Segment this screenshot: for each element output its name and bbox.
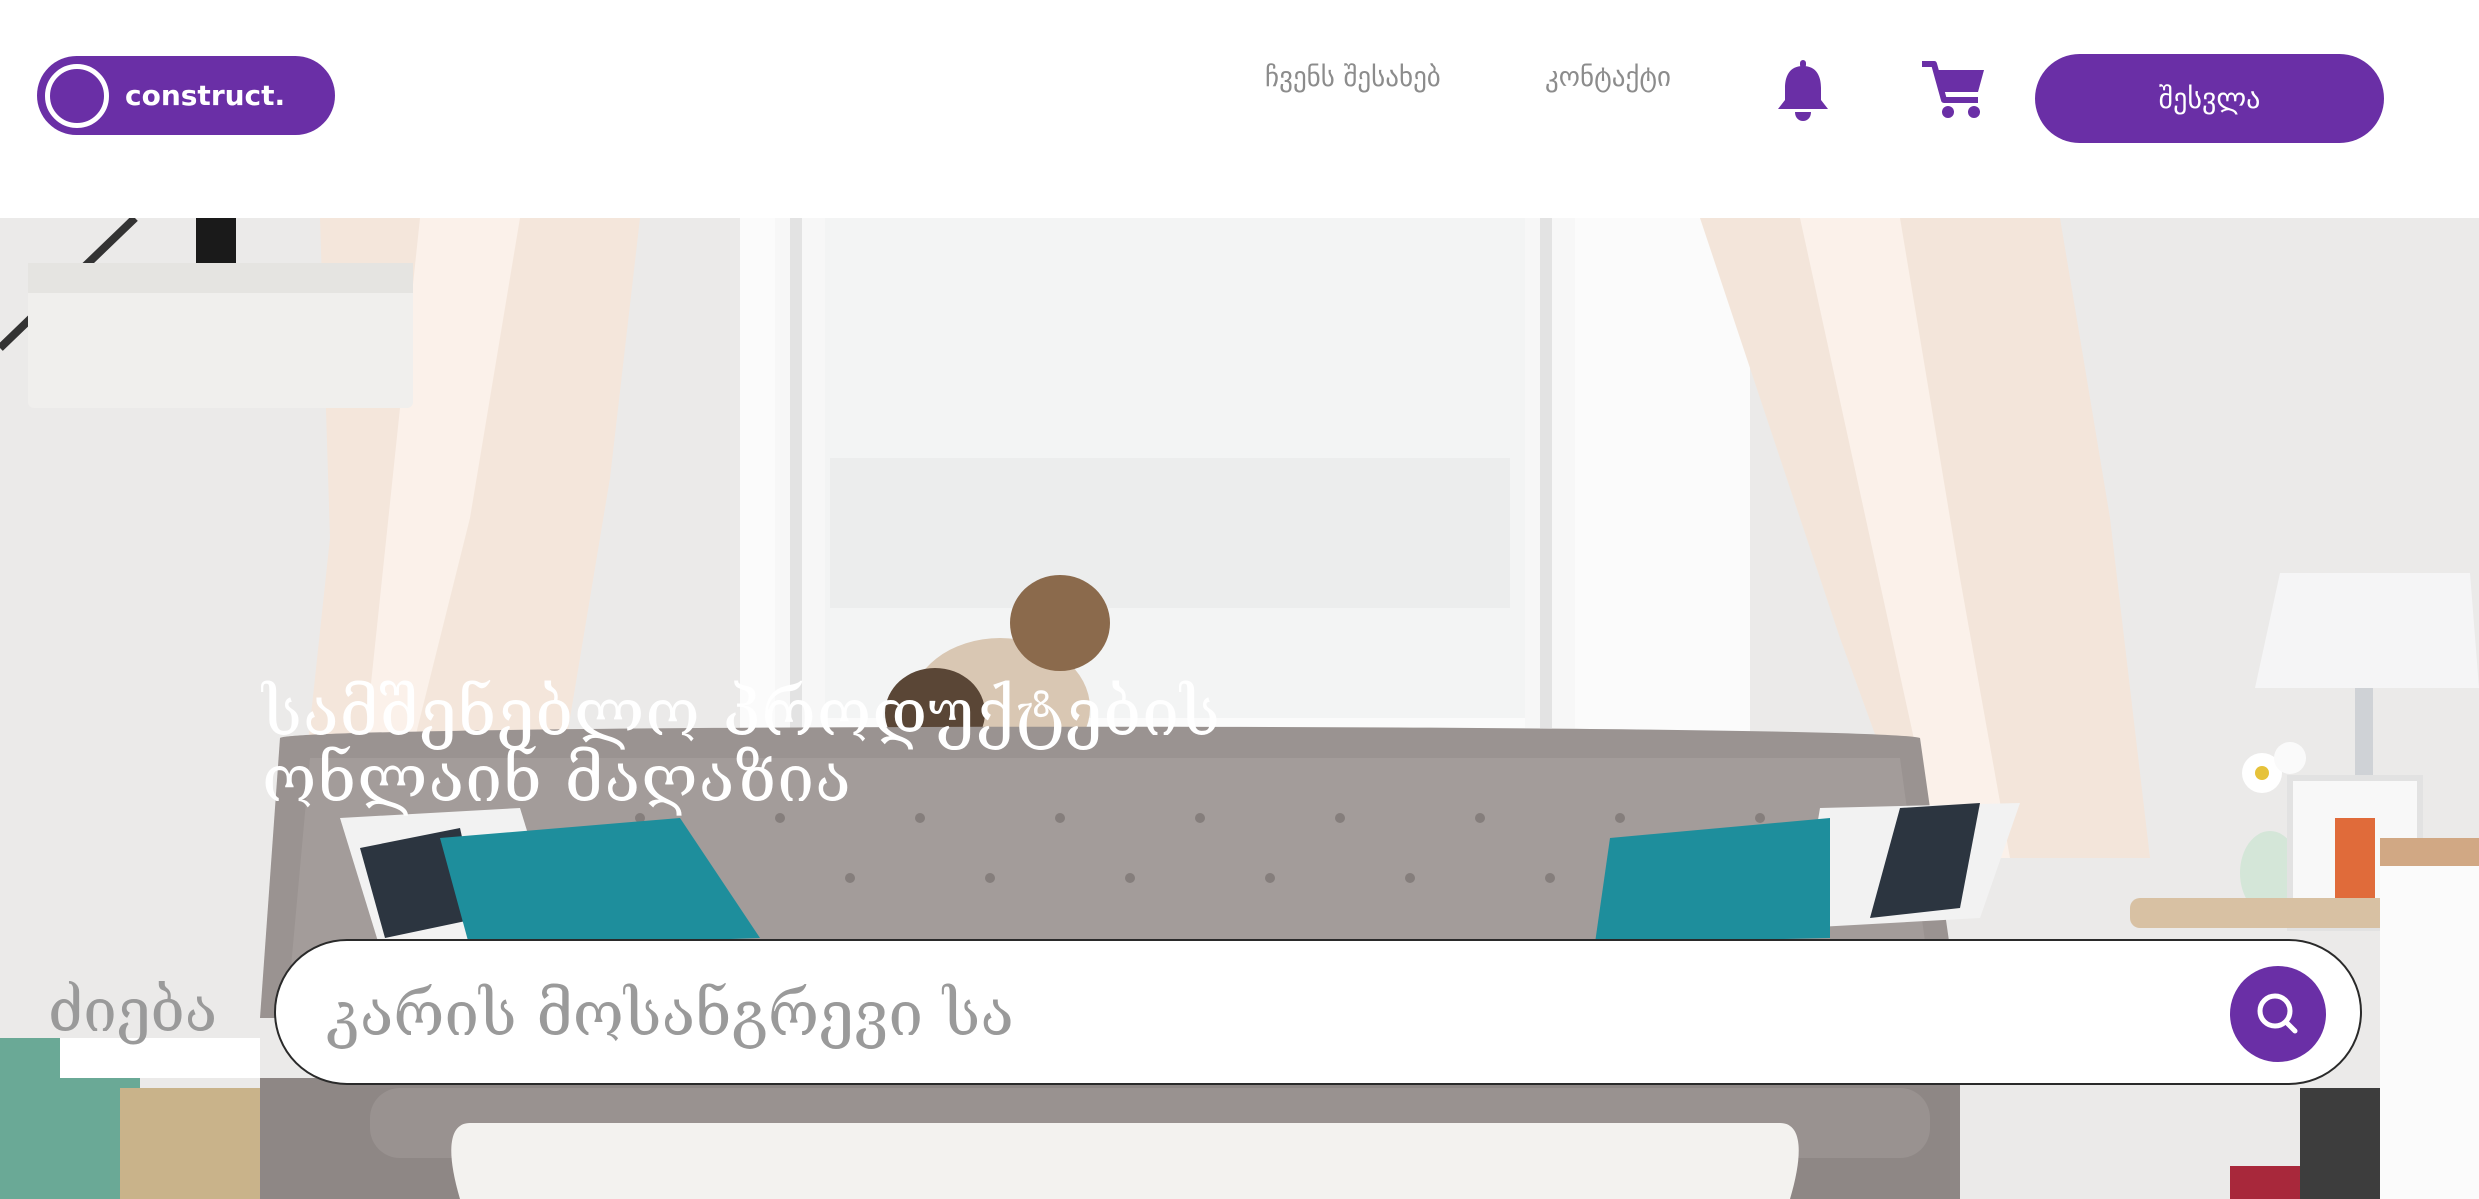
nav-link-contact[interactable]: კონტაქტი [1545, 62, 1671, 93]
search-label: ძიება [48, 976, 218, 1046]
search-button[interactable] [2230, 966, 2326, 1062]
search-bar [274, 939, 2362, 1085]
logo[interactable]: construct. [37, 56, 335, 135]
hero-title-line-1: სამშენებლო პროდუქტების [262, 674, 1222, 751]
bell-icon[interactable] [1775, 60, 1831, 122]
hero-title-line-2: ონლაინ მაღაზია [262, 740, 852, 817]
search-icon [2257, 993, 2298, 1034]
nav-link-about[interactable]: ჩვენს შესახებ [1265, 62, 1441, 93]
site-header: construct. ჩვენს შესახებ კონტაქტი შესვლა [0, 0, 2479, 218]
search-input[interactable] [324, 971, 2144, 1055]
hero-section: სამშენებლო პროდუქტების ონლაინ მაღაზია ძი… [0, 218, 2479, 1199]
shopping-cart-icon[interactable] [1922, 60, 1988, 120]
hero-title: სამშენებლო პროდუქტების ონლაინ მაღაზია [262, 680, 1362, 812]
logo-ring-icon [45, 63, 109, 128]
login-button[interactable]: შესვლა [2035, 54, 2384, 143]
logo-text: construct. [125, 79, 286, 112]
